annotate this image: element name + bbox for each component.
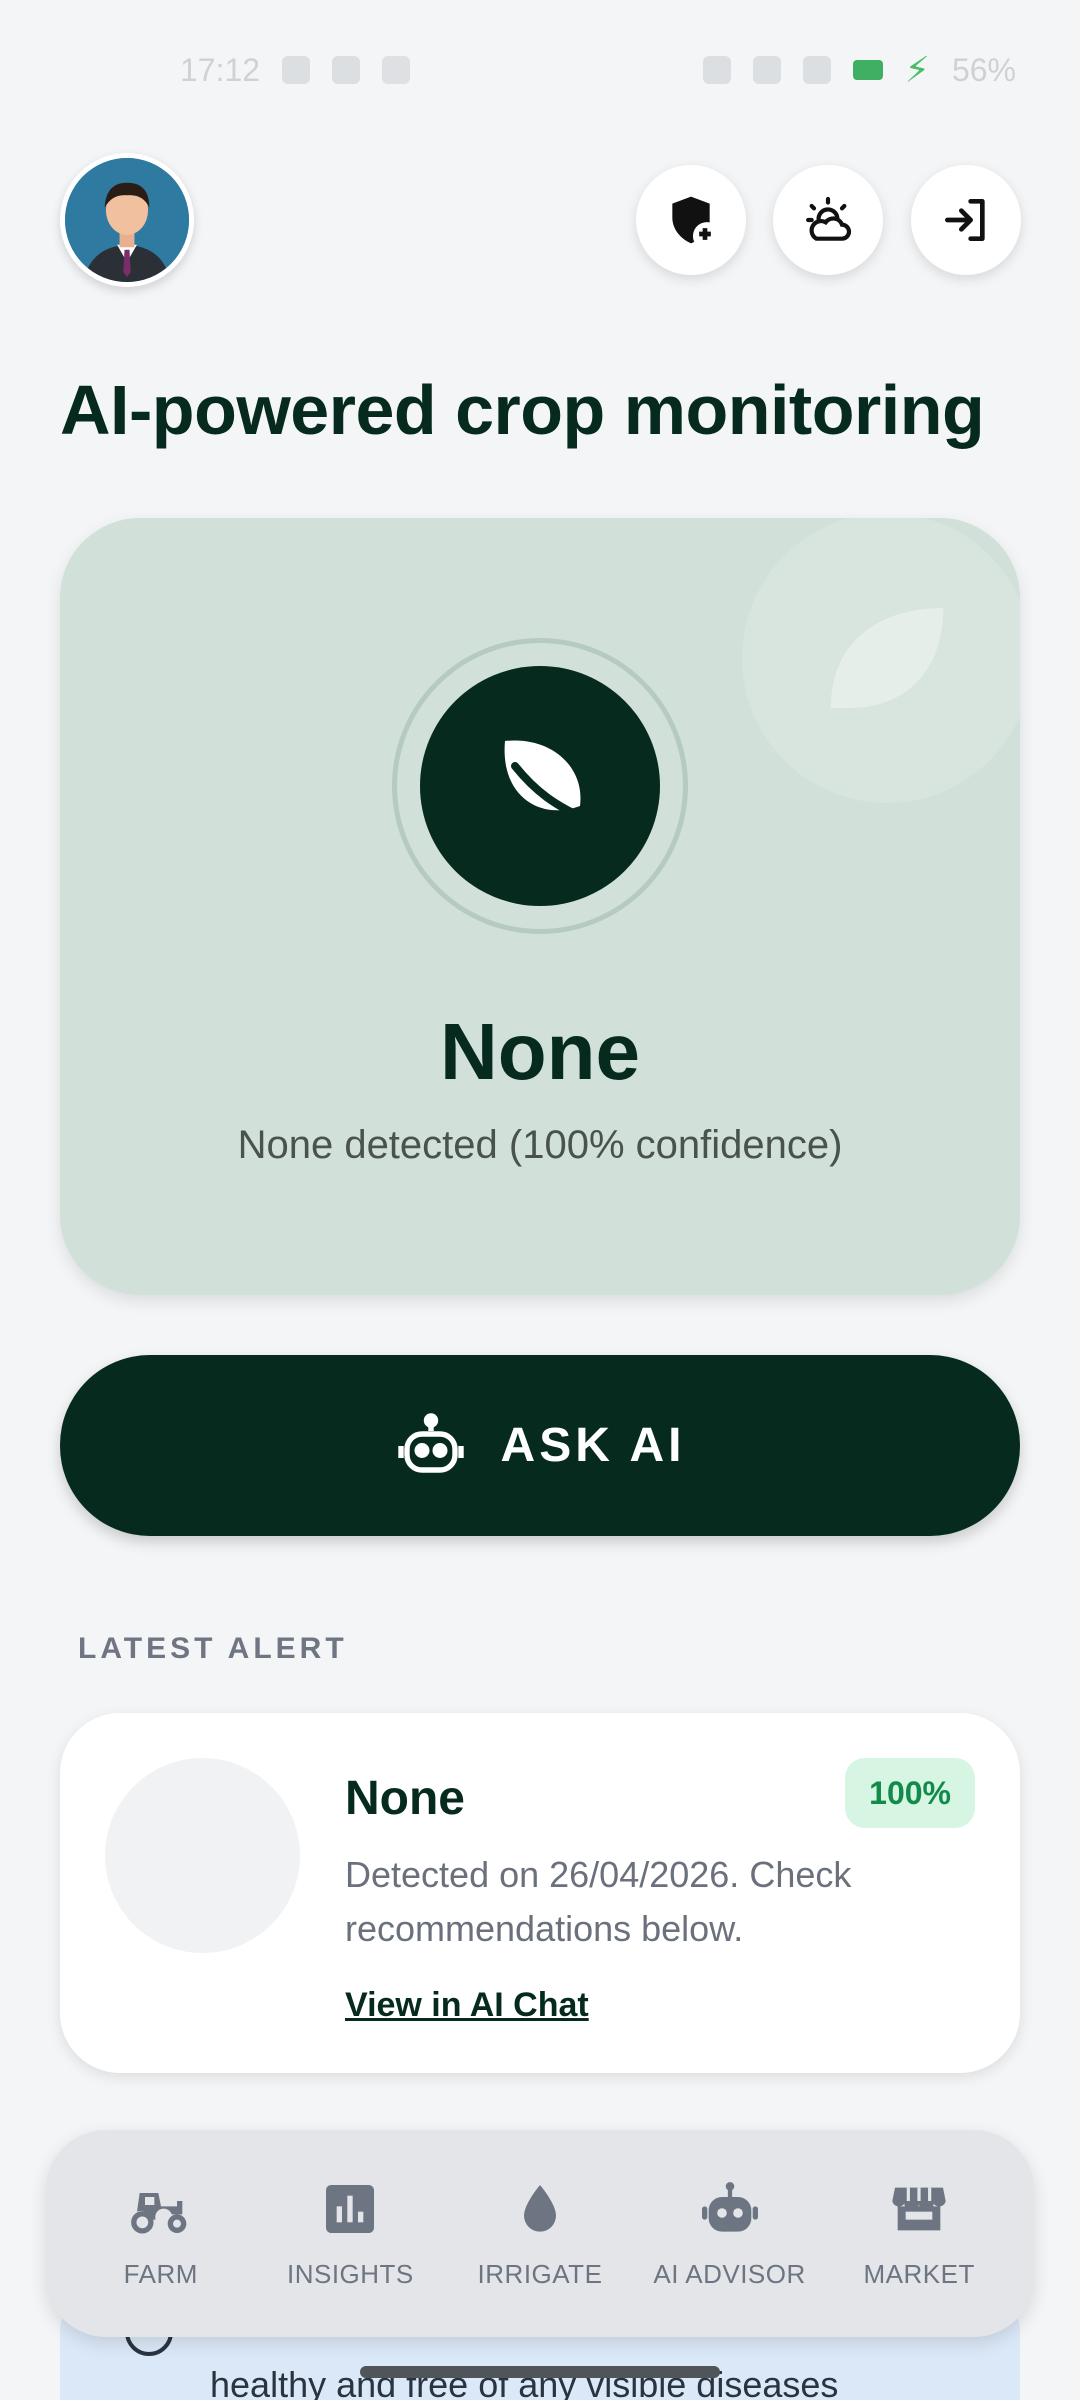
status-time: 17:12	[180, 51, 261, 88]
water-drop-icon	[523, 2185, 556, 2232]
avatar[interactable]	[60, 153, 194, 287]
login-button[interactable]	[911, 165, 1021, 275]
notification-icon	[332, 56, 361, 84]
latest-alert-card[interactable]: None 100% Detected on 26/04/2026. Check …	[60, 1713, 1020, 2073]
detection-card[interactable]: None None detected (100% confidence)	[60, 518, 1020, 1295]
robot-icon	[397, 1412, 464, 1473]
view-in-ai-chat-link[interactable]: View in AI Chat	[345, 1986, 589, 2025]
signal-icon	[802, 56, 831, 84]
charging-icon: ⚡	[904, 49, 930, 90]
nav-label: IRRIGATE	[477, 2259, 603, 2289]
insights-icon	[326, 2185, 375, 2233]
alert-title: None	[345, 1772, 465, 1825]
status-bar: 17:12 ⚡ 56%	[0, 40, 1080, 100]
leaf-icon	[420, 666, 660, 906]
login-icon	[945, 199, 985, 242]
nav-item-market[interactable]: MARKET	[824, 2177, 1014, 2290]
bottom-navigation: FARM INSIGHTS IRRIGATE AI ADVISOR MARKET	[46, 2130, 1034, 2337]
nav-label: FARM	[123, 2259, 198, 2289]
weather-icon	[806, 196, 852, 241]
notification-icon	[282, 56, 311, 84]
background-leaf-icon	[742, 518, 1020, 803]
store-icon	[892, 2187, 946, 2231]
nav-label: MARKET	[863, 2259, 975, 2289]
robot-icon	[701, 2182, 758, 2232]
tractor-icon	[130, 2193, 187, 2234]
nav-item-irrigate[interactable]: IRRIGATE	[445, 2177, 635, 2290]
shield-plus-icon	[672, 196, 715, 244]
vibrate-icon	[702, 56, 731, 84]
avatar-image	[65, 158, 189, 282]
section-label-latest-alert: LATEST ALERT	[78, 1632, 348, 1665]
nav-item-insights[interactable]: INSIGHTS	[256, 2177, 446, 2290]
alert-description: Detected on 26/04/2026. Check recommenda…	[345, 1854, 852, 1949]
wifi-icon	[752, 56, 781, 84]
battery-percent: 56%	[951, 51, 1016, 88]
shield-add-button[interactable]	[636, 165, 746, 275]
nav-label: INSIGHTS	[286, 2259, 414, 2289]
detection-name: None	[440, 1007, 640, 1096]
page-title: AI-powered crop monitoring	[60, 371, 985, 449]
alert-thumbnail	[105, 1758, 300, 1953]
battery-icon	[852, 60, 883, 80]
ask-ai-button[interactable]: ASK AI	[60, 1355, 1020, 1536]
nav-label: AI ADVISOR	[653, 2259, 806, 2289]
notification-icon	[382, 56, 411, 84]
home-indicator[interactable]	[360, 2366, 720, 2378]
ask-ai-label: ASK AI	[500, 1419, 686, 1472]
nav-item-farm[interactable]: FARM	[66, 2177, 256, 2290]
detection-subtitle: None detected (100% confidence)	[237, 1123, 843, 1167]
leaf-ring	[392, 638, 688, 934]
weather-button[interactable]	[773, 165, 883, 275]
nav-item-ai-advisor[interactable]: AI ADVISOR	[635, 2177, 825, 2290]
confidence-badge: 100%	[845, 1758, 975, 1828]
